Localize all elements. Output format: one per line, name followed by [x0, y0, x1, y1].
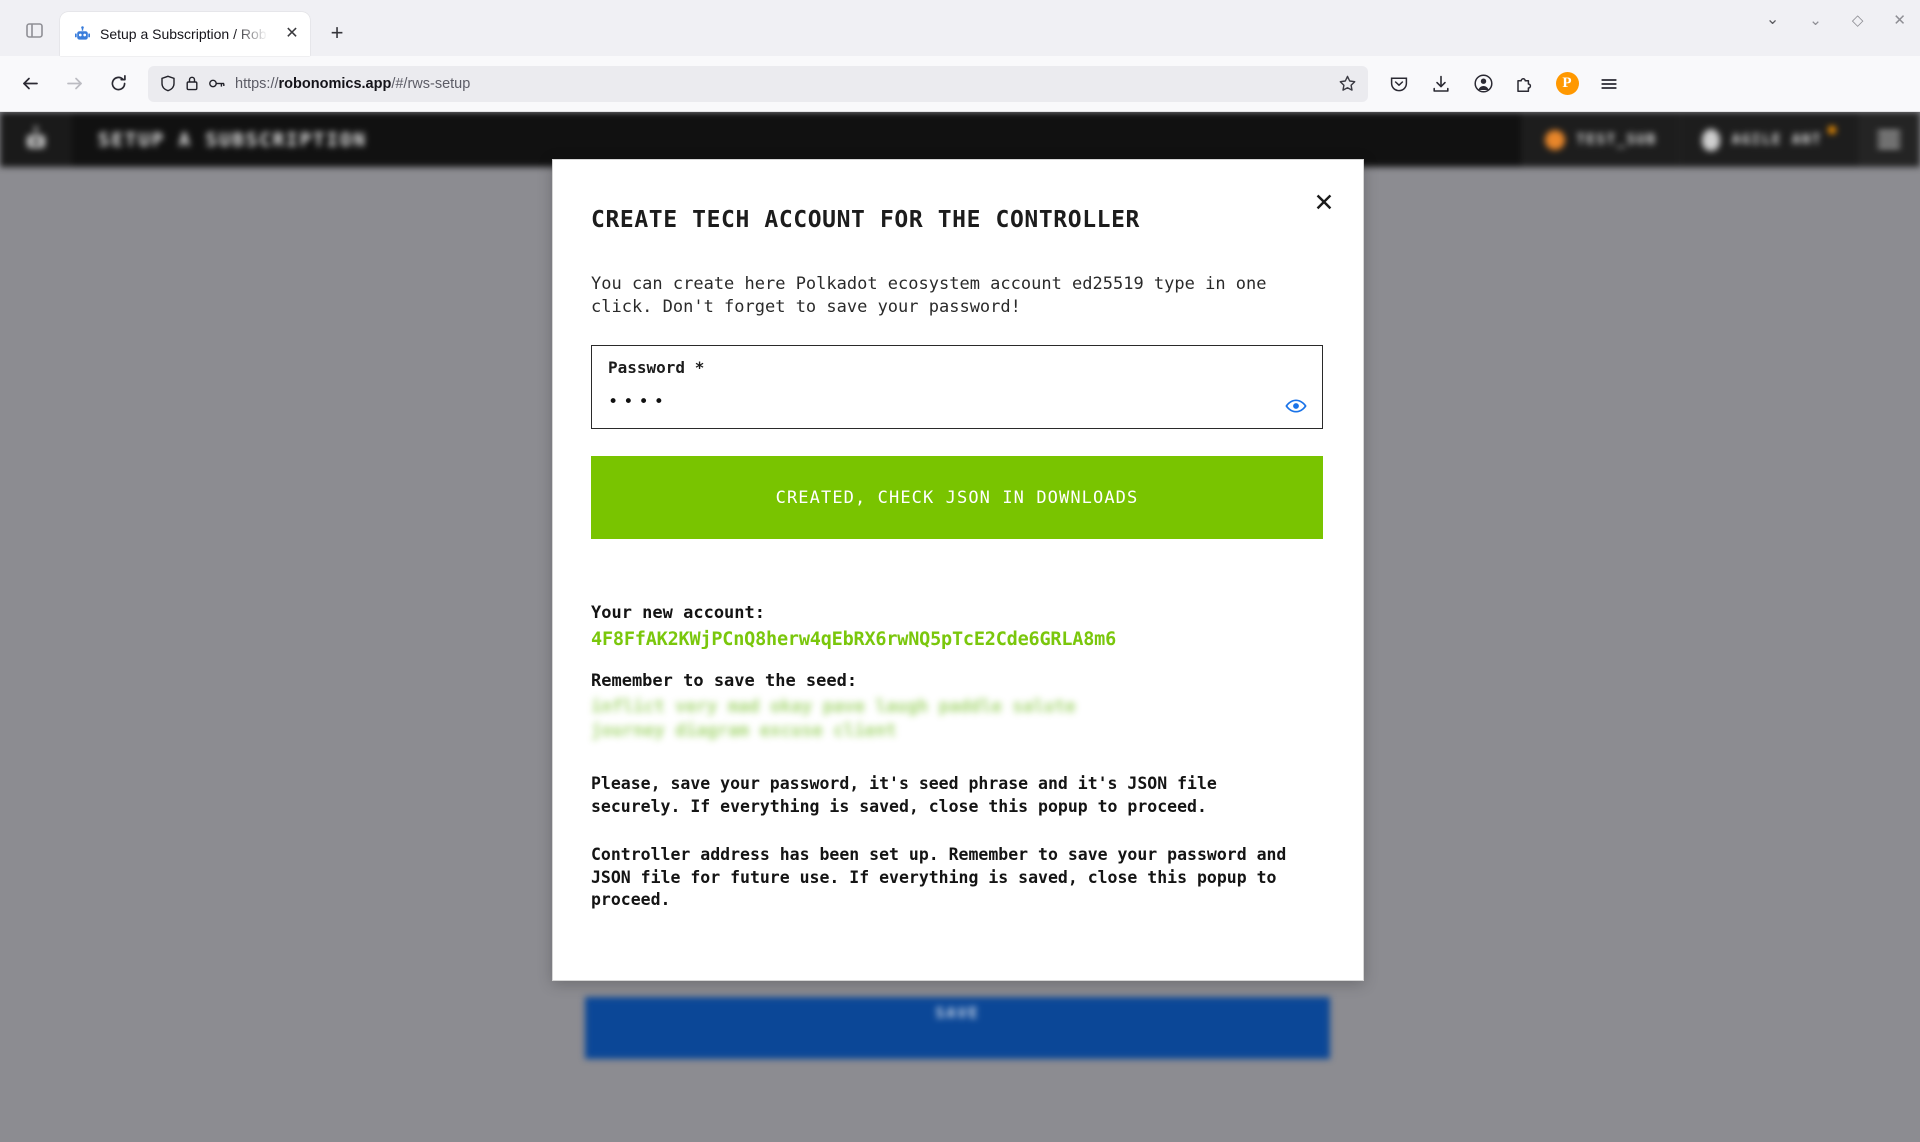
eye-icon[interactable] — [1284, 394, 1308, 418]
status-badge — [1828, 126, 1836, 134]
close-icon[interactable]: ✕ — [1307, 185, 1341, 219]
account-icon[interactable] — [1466, 67, 1500, 101]
wallet-chip[interactable]: AGILE ANT — [1678, 112, 1858, 167]
wallet-icon — [1701, 128, 1720, 151]
maximize-button[interactable]: ◇ — [1852, 13, 1864, 28]
app-header-right: TEST_SUB AGILE ANT — [1521, 112, 1920, 167]
account-address[interactable]: 4F8FfAK2KWjPCnQ8herw4qEbRX6rwNQ5pTcE2Cde… — [591, 629, 1323, 650]
wallet-chip-label: AGILE ANT — [1731, 131, 1822, 148]
back-button[interactable] — [12, 66, 48, 102]
controller-setup-note: Controller address has been set up. Reme… — [591, 845, 1287, 909]
create-tech-account-modal: ✕ CREATE TECH ACCOUNT FOR THE CONTROLLER… — [552, 159, 1364, 981]
tab-strip: Setup a Subscription / Rob ✕ + ⌄ ⌄ ◇ ✕ — [0, 0, 1920, 56]
account-chip-label: TEST_SUB — [1576, 131, 1657, 148]
avatar — [1544, 129, 1565, 150]
star-icon[interactable] — [1334, 71, 1360, 97]
new-tab-button[interactable]: + — [318, 14, 356, 52]
robonomics-logo[interactable] — [0, 112, 72, 167]
navigation-toolbar: https://robonomics.app/#/rws-setup P — [0, 56, 1920, 112]
list-all-tabs-icon[interactable]: ⌄ — [1766, 12, 1779, 28]
url-path: /#/rws-setup — [391, 75, 471, 92]
page-viewport: SETUP A SUBSCRIPTION TEST_SUB AGILE ANT — [0, 112, 1920, 1142]
forward-button — [56, 66, 92, 102]
save-warning-note: Please, save your password, it's seed ph… — [591, 774, 1217, 816]
extension-badge: P — [1555, 72, 1579, 95]
tab-title: Setup a Subscription / Rob — [100, 26, 267, 42]
downloads-icon[interactable] — [1424, 67, 1458, 101]
pocket-icon[interactable] — [1382, 67, 1416, 101]
page-title: SETUP A SUBSCRIPTION — [98, 128, 367, 151]
hamburger-menu-icon[interactable] — [1858, 112, 1920, 167]
close-icon[interactable]: ✕ — [280, 22, 304, 46]
app-menu-icon[interactable] — [1592, 67, 1626, 101]
url-text[interactable]: https://robonomics.app/#/rws-setup — [235, 76, 1325, 92]
window-controls: ⌄ ⌄ ◇ ✕ — [1766, 12, 1906, 28]
browser-toolbar-icons: P — [1382, 67, 1626, 101]
close-window-button[interactable]: ✕ — [1893, 13, 1906, 28]
shield-icon[interactable] — [160, 75, 176, 92]
sidebar-icon[interactable] — [14, 10, 54, 50]
password-input[interactable]: •••• — [608, 392, 1306, 412]
seed-label: Remember to save the seed: — [591, 671, 858, 691]
browser-tab[interactable]: Setup a Subscription / Rob ✕ — [60, 12, 310, 56]
url-host: robonomics.app — [278, 75, 392, 92]
robot-icon — [74, 25, 91, 43]
seed-phrase[interactable]: inflict very mad okay pave laugh paddle … — [591, 695, 1146, 743]
password-field[interactable]: Password * •••• — [591, 345, 1323, 429]
address-bar[interactable]: https://robonomics.app/#/rws-setup — [148, 65, 1368, 102]
browser-window: Setup a Subscription / Rob ✕ + ⌄ ⌄ ◇ ✕ h… — [0, 0, 1920, 1142]
account-chip[interactable]: TEST_SUB — [1521, 112, 1679, 167]
modal-title: CREATE TECH ACCOUNT FOR THE CONTROLLER — [591, 207, 1140, 233]
reload-button[interactable] — [100, 66, 136, 102]
password-label: Password * — [608, 358, 705, 377]
extensions-icon[interactable] — [1508, 67, 1542, 101]
minimize-button[interactable]: ⌄ — [1809, 13, 1822, 28]
polkadot-extension-icon[interactable]: P — [1550, 67, 1584, 101]
key-icon[interactable] — [208, 75, 226, 92]
account-result: Your new account: 4F8FfAK2KWjPCnQ8herw4q… — [591, 603, 1323, 743]
created-check-json-button[interactable]: CREATED, CHECK JSON IN DOWNLOADS — [591, 456, 1323, 539]
save-button[interactable]: SAVE — [585, 997, 1330, 1059]
account-label: Your new account: — [591, 603, 765, 623]
modal-description: You can create here Polkadot ecosystem a… — [591, 274, 1267, 317]
lock-icon[interactable] — [185, 75, 199, 92]
